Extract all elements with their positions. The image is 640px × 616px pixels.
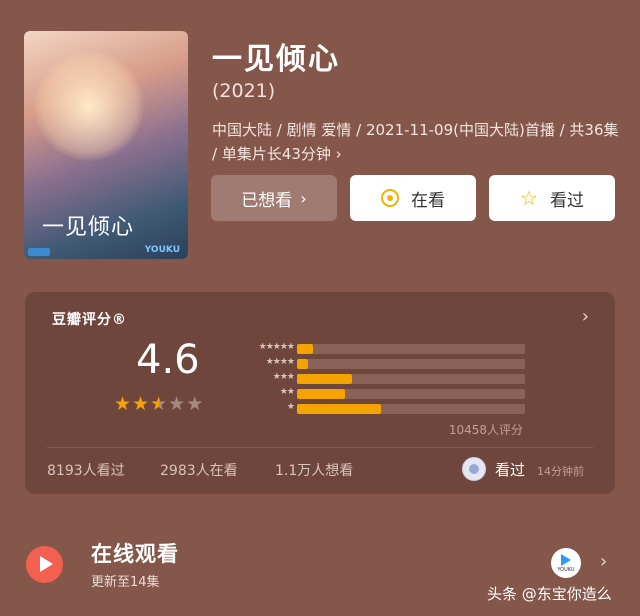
distribution-bar-fill xyxy=(297,359,309,369)
distribution-bar-fill xyxy=(297,389,345,399)
divider xyxy=(47,447,593,448)
rating-distribution-row: ★★★★ xyxy=(230,357,530,371)
distribution-stars-label: ★★★ xyxy=(272,372,295,382)
chevron-right-icon: › xyxy=(300,188,307,208)
rating-card[interactable]: 豆瓣评分® › 4.6 ★★★★★ ★★★★★ ★★★★ ★★★ ★★ ★ 10458人… xyxy=(25,292,615,494)
youku-triangle xyxy=(561,553,571,566)
distribution-bar-track xyxy=(297,344,525,354)
rating-distribution-row: ★ xyxy=(230,402,530,416)
online-watch-title[interactable]: 在线观看 xyxy=(91,538,179,568)
chevron-right-icon[interactable]: › xyxy=(600,551,607,572)
distribution-bar-track xyxy=(297,389,525,399)
distribution-stars-label: ★★★★★ xyxy=(258,342,295,352)
distribution-bar-fill xyxy=(297,344,313,354)
play-icon[interactable] xyxy=(26,546,63,583)
rating-star-icon: ★ xyxy=(168,393,187,415)
star-outline-icon: ☆ xyxy=(520,186,538,210)
rating-count: 10458人评分 xyxy=(448,423,523,437)
avatar[interactable] xyxy=(462,457,486,481)
movie-title: 一见倾心 xyxy=(212,42,340,77)
distribution-bar-fill xyxy=(297,374,352,384)
seen-button[interactable]: ☆ 看过 xyxy=(489,175,615,221)
rating-star-icon: ★ xyxy=(186,393,205,415)
want-label: 已想看 xyxy=(241,190,293,211)
seen-label: 看过 xyxy=(549,190,584,211)
rating-star-icon: ★ xyxy=(150,393,169,415)
distribution-bar-fill xyxy=(297,404,382,414)
distribution-stars-label: ★ xyxy=(286,402,295,412)
movie-year: (2021) xyxy=(212,80,276,102)
rating-star-icon: ★ xyxy=(114,393,133,415)
rating-title: 豆瓣评分® xyxy=(52,312,127,328)
my-status-time: 14分钟前 xyxy=(537,465,584,478)
poster-glow xyxy=(34,51,144,161)
youku-text: YOUKU xyxy=(557,566,575,573)
want-button[interactable]: 已想看 › xyxy=(211,175,337,221)
stat-want[interactable]: 1.1万人想看 xyxy=(275,460,353,480)
my-status: 看过 xyxy=(495,461,526,479)
stat-watching[interactable]: 2983人在看 xyxy=(160,460,238,480)
rating-score: 4.6 xyxy=(136,337,200,383)
distribution-bar-track xyxy=(297,404,525,414)
poster-title: 一见倾心 xyxy=(42,215,135,240)
online-watch-subtitle: 更新至14集 xyxy=(91,575,160,590)
distribution-stars-label: ★★★★ xyxy=(265,357,295,367)
watching-button[interactable]: 在看 xyxy=(350,175,476,221)
youku-logo-icon[interactable]: YOUKU xyxy=(551,548,581,578)
rating-star-icon: ★ xyxy=(132,393,151,415)
chevron-right-icon[interactable]: › xyxy=(582,306,589,327)
movie-meta[interactable]: 中国大陆 / 剧情 爱情 / 2021-11-09(中国大陆)首播 / 共36集… xyxy=(212,118,622,166)
rating-distribution-row: ★★★ xyxy=(230,372,530,386)
poster-logo: YOUKU xyxy=(144,245,180,255)
watermark: 头条 @东宝你造么 xyxy=(487,585,612,603)
rating-stars: ★★★★★ xyxy=(114,393,204,415)
distribution-bar-track xyxy=(297,359,525,369)
rating-distribution-row: ★★ xyxy=(230,387,530,401)
distribution-stars-label: ★★ xyxy=(279,387,295,397)
distribution-bar-track xyxy=(297,374,525,384)
watching-icon xyxy=(381,189,399,207)
poster-badge xyxy=(28,248,50,256)
poster-image[interactable]: 一见倾心 YOUKU xyxy=(24,31,188,259)
stat-seen[interactable]: 8193人看过 xyxy=(47,460,125,480)
rating-distribution-row: ★★★★★ xyxy=(230,342,530,356)
watching-label: 在看 xyxy=(411,190,445,211)
